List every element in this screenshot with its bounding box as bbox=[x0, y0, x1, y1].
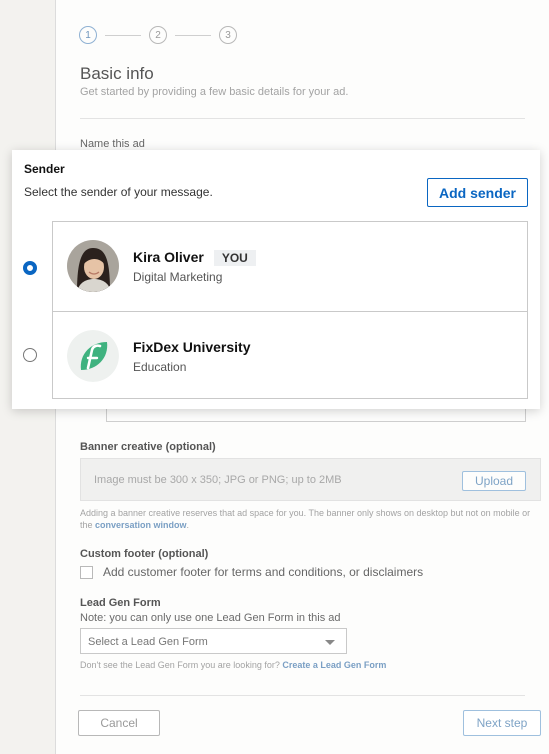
footer-checkbox-row[interactable]: Add customer footer for terms and condit… bbox=[80, 565, 423, 579]
create-lead-gen-link[interactable]: Create a Lead Gen Form bbox=[282, 660, 386, 670]
step-connector bbox=[175, 34, 211, 36]
banner-help-text: Adding a banner creative reserves that a… bbox=[80, 507, 540, 531]
sender-name: FixDex University bbox=[133, 339, 251, 355]
you-badge: YOU bbox=[213, 250, 256, 266]
lead-gen-help-text: Don't see the Lead Gen Form you are look… bbox=[80, 660, 280, 670]
sender-radio-fixdex[interactable] bbox=[23, 348, 37, 362]
sender-panel: Sender Select the sender of your message… bbox=[12, 150, 540, 409]
sender-radio-kira[interactable] bbox=[23, 261, 37, 275]
sender-description: Select the sender of your message. bbox=[24, 185, 213, 199]
sender-subtitle: Education bbox=[133, 360, 187, 374]
sender-name: Kira Oliver YOU bbox=[133, 249, 256, 266]
step-3[interactable]: 3 bbox=[219, 26, 237, 44]
step-2[interactable]: 2 bbox=[149, 26, 167, 44]
sender-list: Kira Oliver YOU Digital Marketing FixDex … bbox=[52, 221, 528, 399]
sender-name-text: Kira Oliver bbox=[133, 249, 204, 265]
banner-upload-area[interactable]: Image must be 300 x 350; JPG or PNG; up … bbox=[80, 458, 541, 501]
sender-title: Sender bbox=[24, 162, 65, 176]
avatar bbox=[67, 240, 119, 292]
conversation-window-link[interactable]: conversation window bbox=[95, 520, 187, 530]
page: 1 2 3 Basic info Get started by providin… bbox=[0, 0, 549, 754]
banner-help-end: . bbox=[186, 520, 190, 530]
divider bbox=[80, 118, 525, 119]
lead-gen-label: Lead Gen Form bbox=[80, 597, 161, 609]
add-sender-button[interactable]: Add sender bbox=[427, 178, 528, 207]
step-connector bbox=[105, 34, 141, 36]
banner-hint: Image must be 300 x 350; JPG or PNG; up … bbox=[94, 474, 342, 486]
banner-label: Banner creative (optional) bbox=[80, 441, 216, 453]
chevron-down-icon bbox=[325, 640, 335, 645]
lead-gen-select-value: Select a Lead Gen Form bbox=[88, 636, 208, 648]
step-1[interactable]: 1 bbox=[79, 26, 97, 44]
footer-checkbox-label: Add customer footer for terms and condit… bbox=[103, 565, 424, 579]
lead-gen-note: Note: you can only use one Lead Gen Form… bbox=[80, 612, 341, 624]
stepper: 1 2 3 bbox=[79, 26, 237, 44]
sender-option-fixdex[interactable]: FixDex University Education bbox=[53, 311, 527, 400]
next-step-button[interactable]: Next step bbox=[463, 710, 541, 736]
cancel-button[interactable]: Cancel bbox=[78, 710, 160, 736]
lead-gen-select[interactable]: Select a Lead Gen Form bbox=[80, 628, 347, 654]
ad-name-label: Name this ad bbox=[80, 138, 145, 150]
lead-gen-help: Don't see the Lead Gen Form you are look… bbox=[80, 659, 540, 671]
upload-button[interactable]: Upload bbox=[462, 471, 526, 491]
sender-subtitle: Digital Marketing bbox=[133, 270, 223, 284]
divider bbox=[80, 695, 525, 696]
sender-option-kira[interactable]: Kira Oliver YOU Digital Marketing bbox=[53, 222, 527, 311]
section-subtitle: Get started by providing a few basic det… bbox=[80, 86, 349, 98]
fixdex-logo-icon bbox=[67, 330, 119, 382]
footer-checkbox[interactable] bbox=[80, 565, 93, 579]
footer-label: Custom footer (optional) bbox=[80, 548, 209, 560]
section-title: Basic info bbox=[80, 64, 154, 83]
